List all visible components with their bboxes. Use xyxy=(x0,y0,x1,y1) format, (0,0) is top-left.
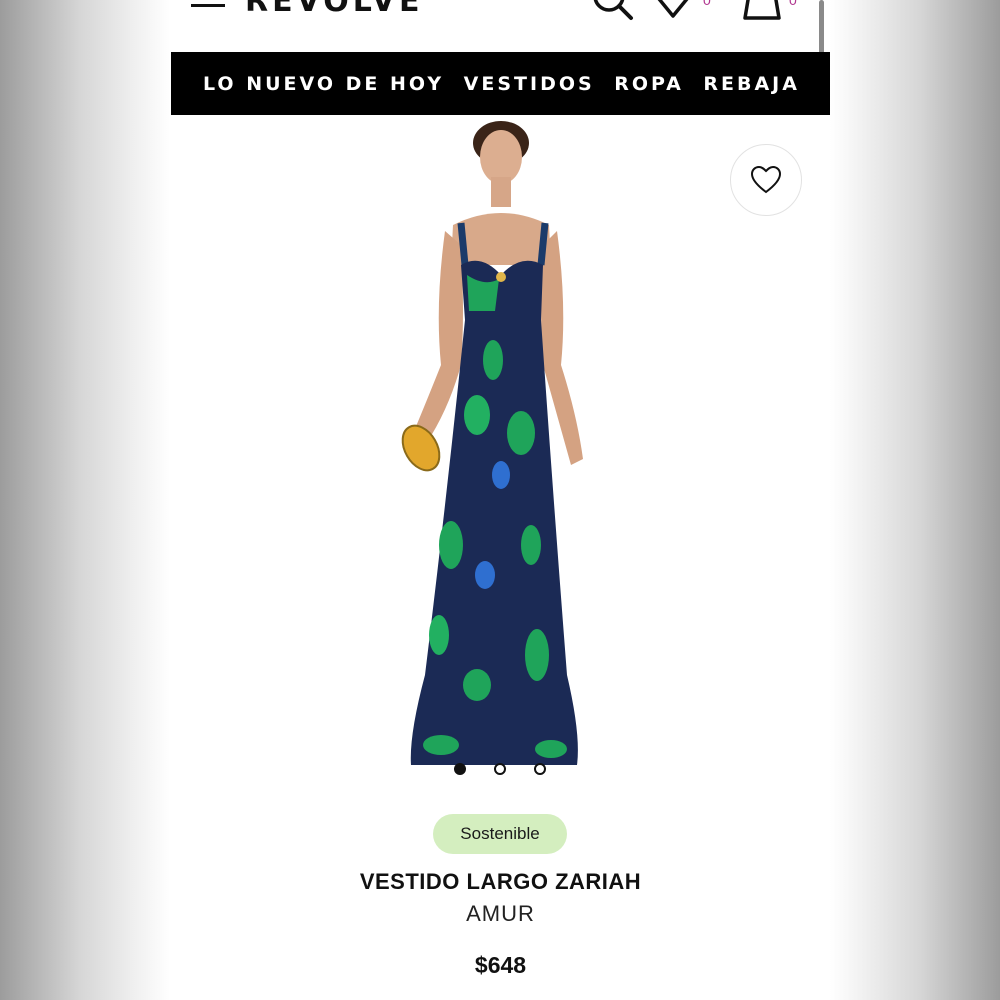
shopping-bag-icon[interactable] xyxy=(739,0,785,22)
sustainable-badge: Sostenible xyxy=(433,814,567,854)
cart-count-badge: 0 xyxy=(789,0,797,8)
nav-item-dresses[interactable]: VESTIDOS xyxy=(464,73,595,95)
gallery-dot-1[interactable] xyxy=(454,763,466,775)
gallery-pagination xyxy=(171,763,830,777)
revolve-logo[interactable]: REVOLVE xyxy=(245,0,423,19)
product-brand[interactable]: AMUR xyxy=(171,901,830,927)
heart-outline-icon xyxy=(750,166,782,194)
product-image-gallery[interactable] xyxy=(171,115,830,795)
product-price: $648 xyxy=(474,952,527,978)
gallery-dot-3[interactable] xyxy=(534,763,546,775)
product-title: VESTIDO LARGO ZARIAH xyxy=(359,869,642,894)
gallery-dot-2[interactable] xyxy=(494,763,506,775)
wishlist-count-badge: 0 xyxy=(703,0,711,8)
add-to-wishlist-button[interactable] xyxy=(730,144,802,216)
nav-item-sale[interactable]: REBAJA xyxy=(703,73,800,95)
hamburger-menu-icon[interactable] xyxy=(191,0,229,16)
product-photo-dress xyxy=(401,121,583,765)
page: REVOLVE 0 0 LO NUEVO DE HOY VESTIDOS ROP… xyxy=(171,0,830,1000)
wishlist-heart-icon[interactable] xyxy=(653,0,693,20)
search-icon[interactable] xyxy=(591,0,637,22)
nav-item-new-today[interactable]: LO NUEVO DE HOY xyxy=(203,73,444,95)
category-nav: LO NUEVO DE HOY VESTIDOS ROPA REBAJA xyxy=(171,52,830,115)
top-bar: REVOLVE 0 0 xyxy=(171,0,830,52)
nav-item-clothing[interactable]: ROPA xyxy=(614,73,684,95)
